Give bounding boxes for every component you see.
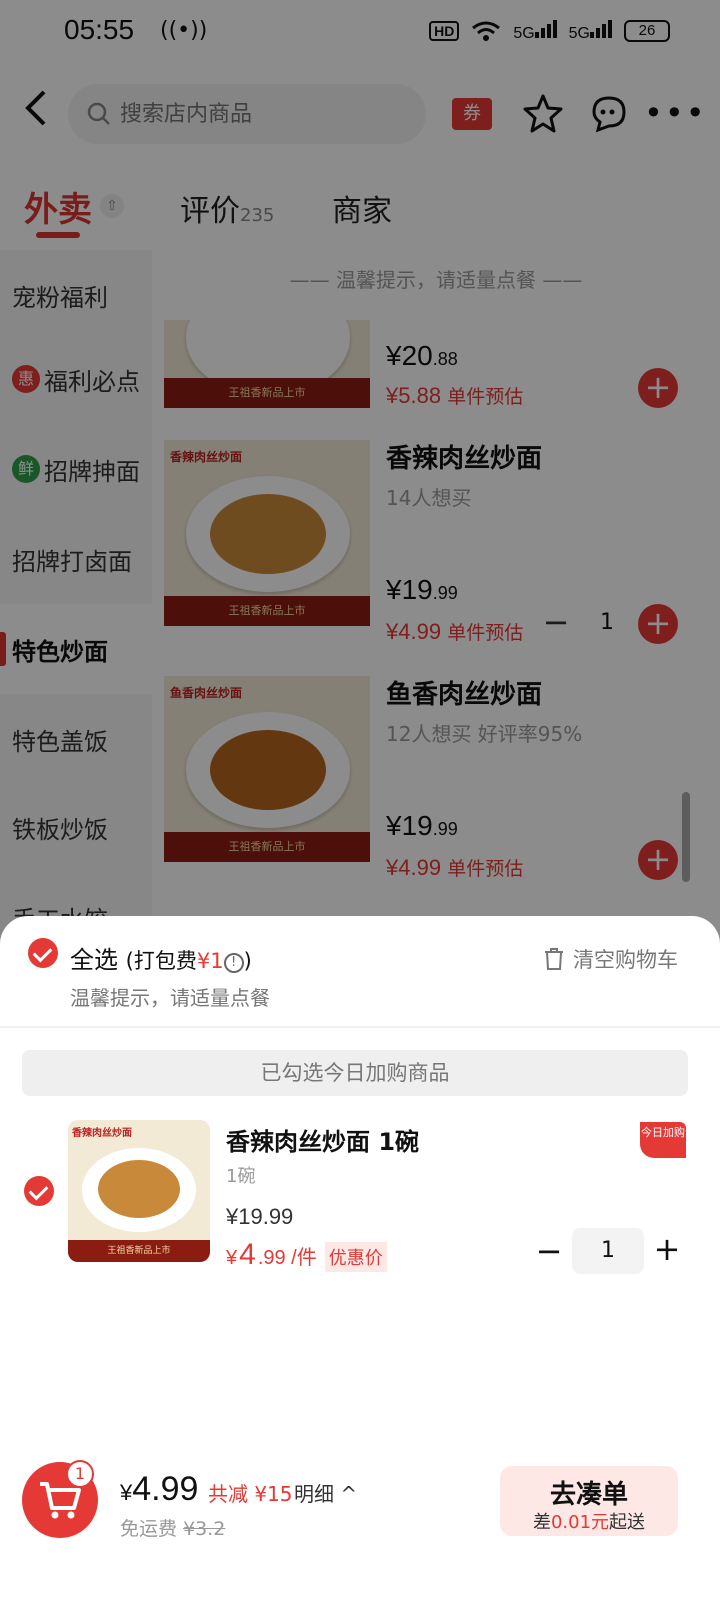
cart-tip: 温馨提示，请适量点餐 (70, 986, 270, 1010)
min-order-hint: 差0.01元起送 (532, 1512, 646, 1533)
select-all-checkbox[interactable] (28, 938, 58, 968)
dish-noodles (98, 1160, 180, 1218)
add-more-button[interactable]: 去凑单 差0.01元起送 (500, 1466, 678, 1536)
price-detail-toggle[interactable]: 明细 ^ (294, 1478, 357, 1507)
cart-item-deal-price: ¥4.99 /件 优惠价 (226, 1238, 387, 1272)
quantity-field[interactable]: 1 (572, 1228, 644, 1274)
delivery-fee: 免运费 ¥3.2 (120, 1518, 226, 1540)
increase-button[interactable]: + (652, 1230, 682, 1268)
divider (0, 1026, 720, 1028)
total-price: ¥4.99 (120, 1470, 199, 1508)
cart-item-original-price: ¥19.99 (226, 1204, 294, 1229)
trash-icon (545, 948, 563, 970)
dish-banner: 王祖香新品上市 (68, 1240, 210, 1262)
item-checkbox[interactable] (24, 1176, 54, 1206)
cart-item-image[interactable]: 香辣肉丝炒面 王祖香新品上市 (68, 1120, 210, 1262)
select-all-label[interactable]: 全选 (打包费¥1!) (70, 940, 252, 975)
clear-cart-button[interactable]: 清空购物车 (543, 944, 678, 974)
deal-tag: 优惠价 (324, 1242, 387, 1272)
cart-item-spec: 1碗 (226, 1166, 256, 1187)
today-addon-tag: 今日加购 (640, 1122, 686, 1158)
cart-count-badge: 1 (66, 1460, 94, 1488)
packing-fee: (打包费¥1!) (125, 949, 252, 973)
info-icon[interactable]: ! (223, 953, 244, 973)
saved-amount: 共减 ¥15 (208, 1482, 293, 1506)
decrease-button[interactable]: − (534, 1232, 564, 1270)
dish-caption: 香辣肉丝炒面 (72, 1128, 132, 1139)
cart-item-name: 香辣肉丝炒面 1碗 (226, 1128, 420, 1156)
dim-overlay[interactable] (0, 0, 720, 950)
section-header: 已勾选今日加购商品 (22, 1050, 688, 1096)
